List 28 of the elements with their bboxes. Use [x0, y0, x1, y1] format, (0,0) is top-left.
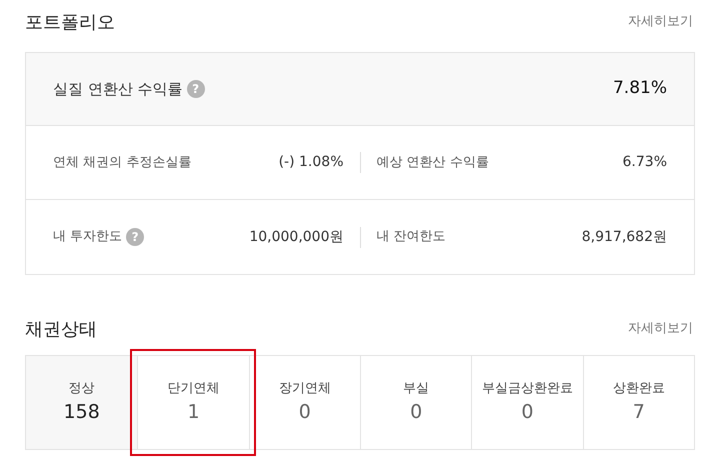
metric-value: 10,000,000원: [249, 228, 344, 246]
metric-value: (-) 1.08%: [278, 153, 344, 172]
metric-label: 내 잔여한도: [376, 228, 446, 246]
section-title: 포트폴리오: [25, 10, 115, 34]
metric-label: 내 투자한도: [53, 228, 122, 246]
status-cell[interactable]: 정상 158: [26, 356, 138, 449]
status-label: 상환완료: [612, 380, 665, 398]
status-count: 158: [64, 400, 100, 425]
metric-label: 연체 채권의 추정손실률: [53, 154, 192, 172]
status-label: 부실금상환완료: [482, 380, 573, 398]
metric-label: 예상 연환산 수익률: [376, 154, 489, 172]
metric-value: 8,917,682원: [582, 228, 667, 246]
status-label: 부실: [403, 380, 430, 398]
status-label: 단기연체: [167, 380, 220, 398]
status-cell[interactable]: 부실 0: [360, 356, 472, 449]
status-count: 7: [632, 400, 645, 425]
more-link[interactable]: 자세히보기: [628, 12, 693, 32]
headline-label: 실질 연환산 수익률: [53, 78, 183, 100]
metric-value: 6.73%: [622, 153, 667, 172]
status-count: 0: [410, 400, 422, 425]
headline-value: 7.81%: [612, 77, 667, 100]
status-label: 장기연체: [278, 380, 331, 398]
more-link[interactable]: 자세히보기: [628, 319, 693, 339]
status-count: 0: [521, 400, 534, 425]
status-count: 0: [298, 400, 311, 425]
status-count: 1: [187, 400, 200, 425]
section-title: 채권상태: [25, 318, 97, 342]
status-label: 정상: [68, 380, 95, 398]
